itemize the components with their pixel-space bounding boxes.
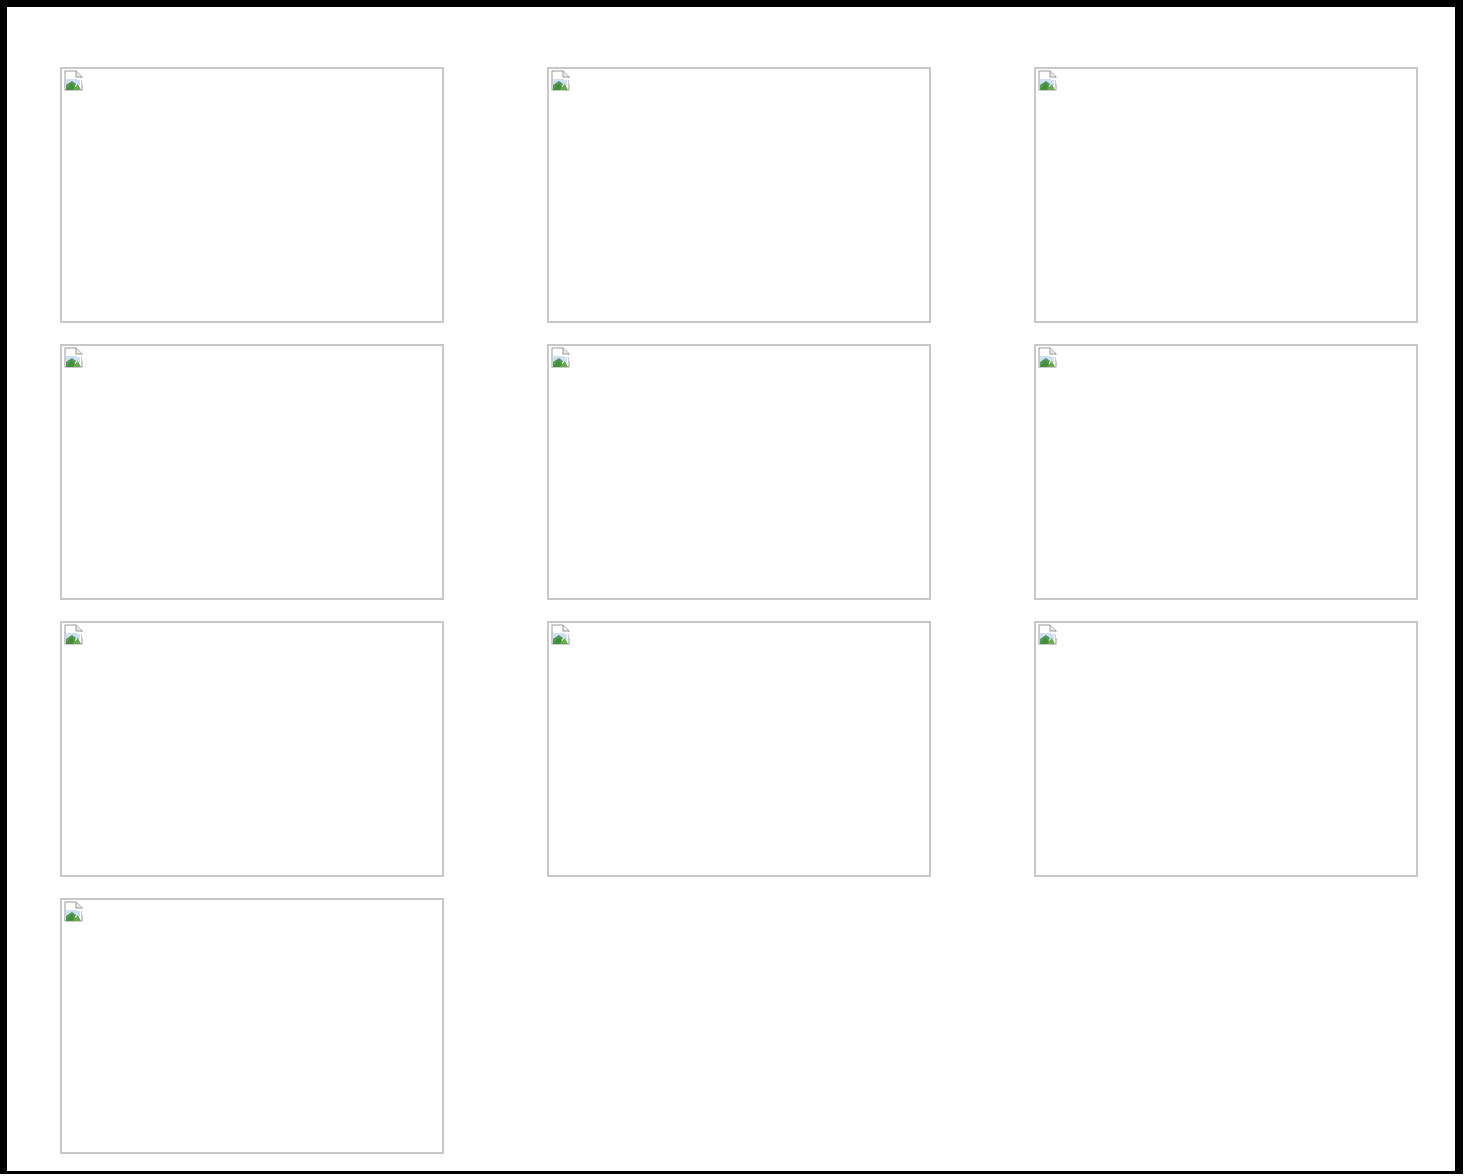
broken-image-icon xyxy=(64,347,84,368)
image-tile-7[interactable] xyxy=(60,621,444,877)
broken-image-icon xyxy=(1038,70,1058,91)
image-tile-8[interactable] xyxy=(547,621,931,877)
image-gallery-grid xyxy=(60,67,1420,1154)
broken-image-icon xyxy=(1038,347,1058,368)
image-tile-9[interactable] xyxy=(1034,621,1418,877)
image-tile-1[interactable] xyxy=(60,67,444,323)
broken-image-icon xyxy=(551,624,571,645)
broken-image-icon xyxy=(64,70,84,91)
broken-image-icon xyxy=(64,624,84,645)
image-tile-6[interactable] xyxy=(1034,344,1418,600)
page-frame xyxy=(0,0,1463,1174)
image-tile-5[interactable] xyxy=(547,344,931,600)
broken-image-icon xyxy=(64,901,84,922)
broken-image-icon xyxy=(551,70,571,91)
image-tile-10[interactable] xyxy=(60,898,444,1154)
image-tile-4[interactable] xyxy=(60,344,444,600)
broken-image-icon xyxy=(1038,624,1058,645)
broken-image-icon xyxy=(551,347,571,368)
image-tile-3[interactable] xyxy=(1034,67,1418,323)
image-tile-2[interactable] xyxy=(547,67,931,323)
